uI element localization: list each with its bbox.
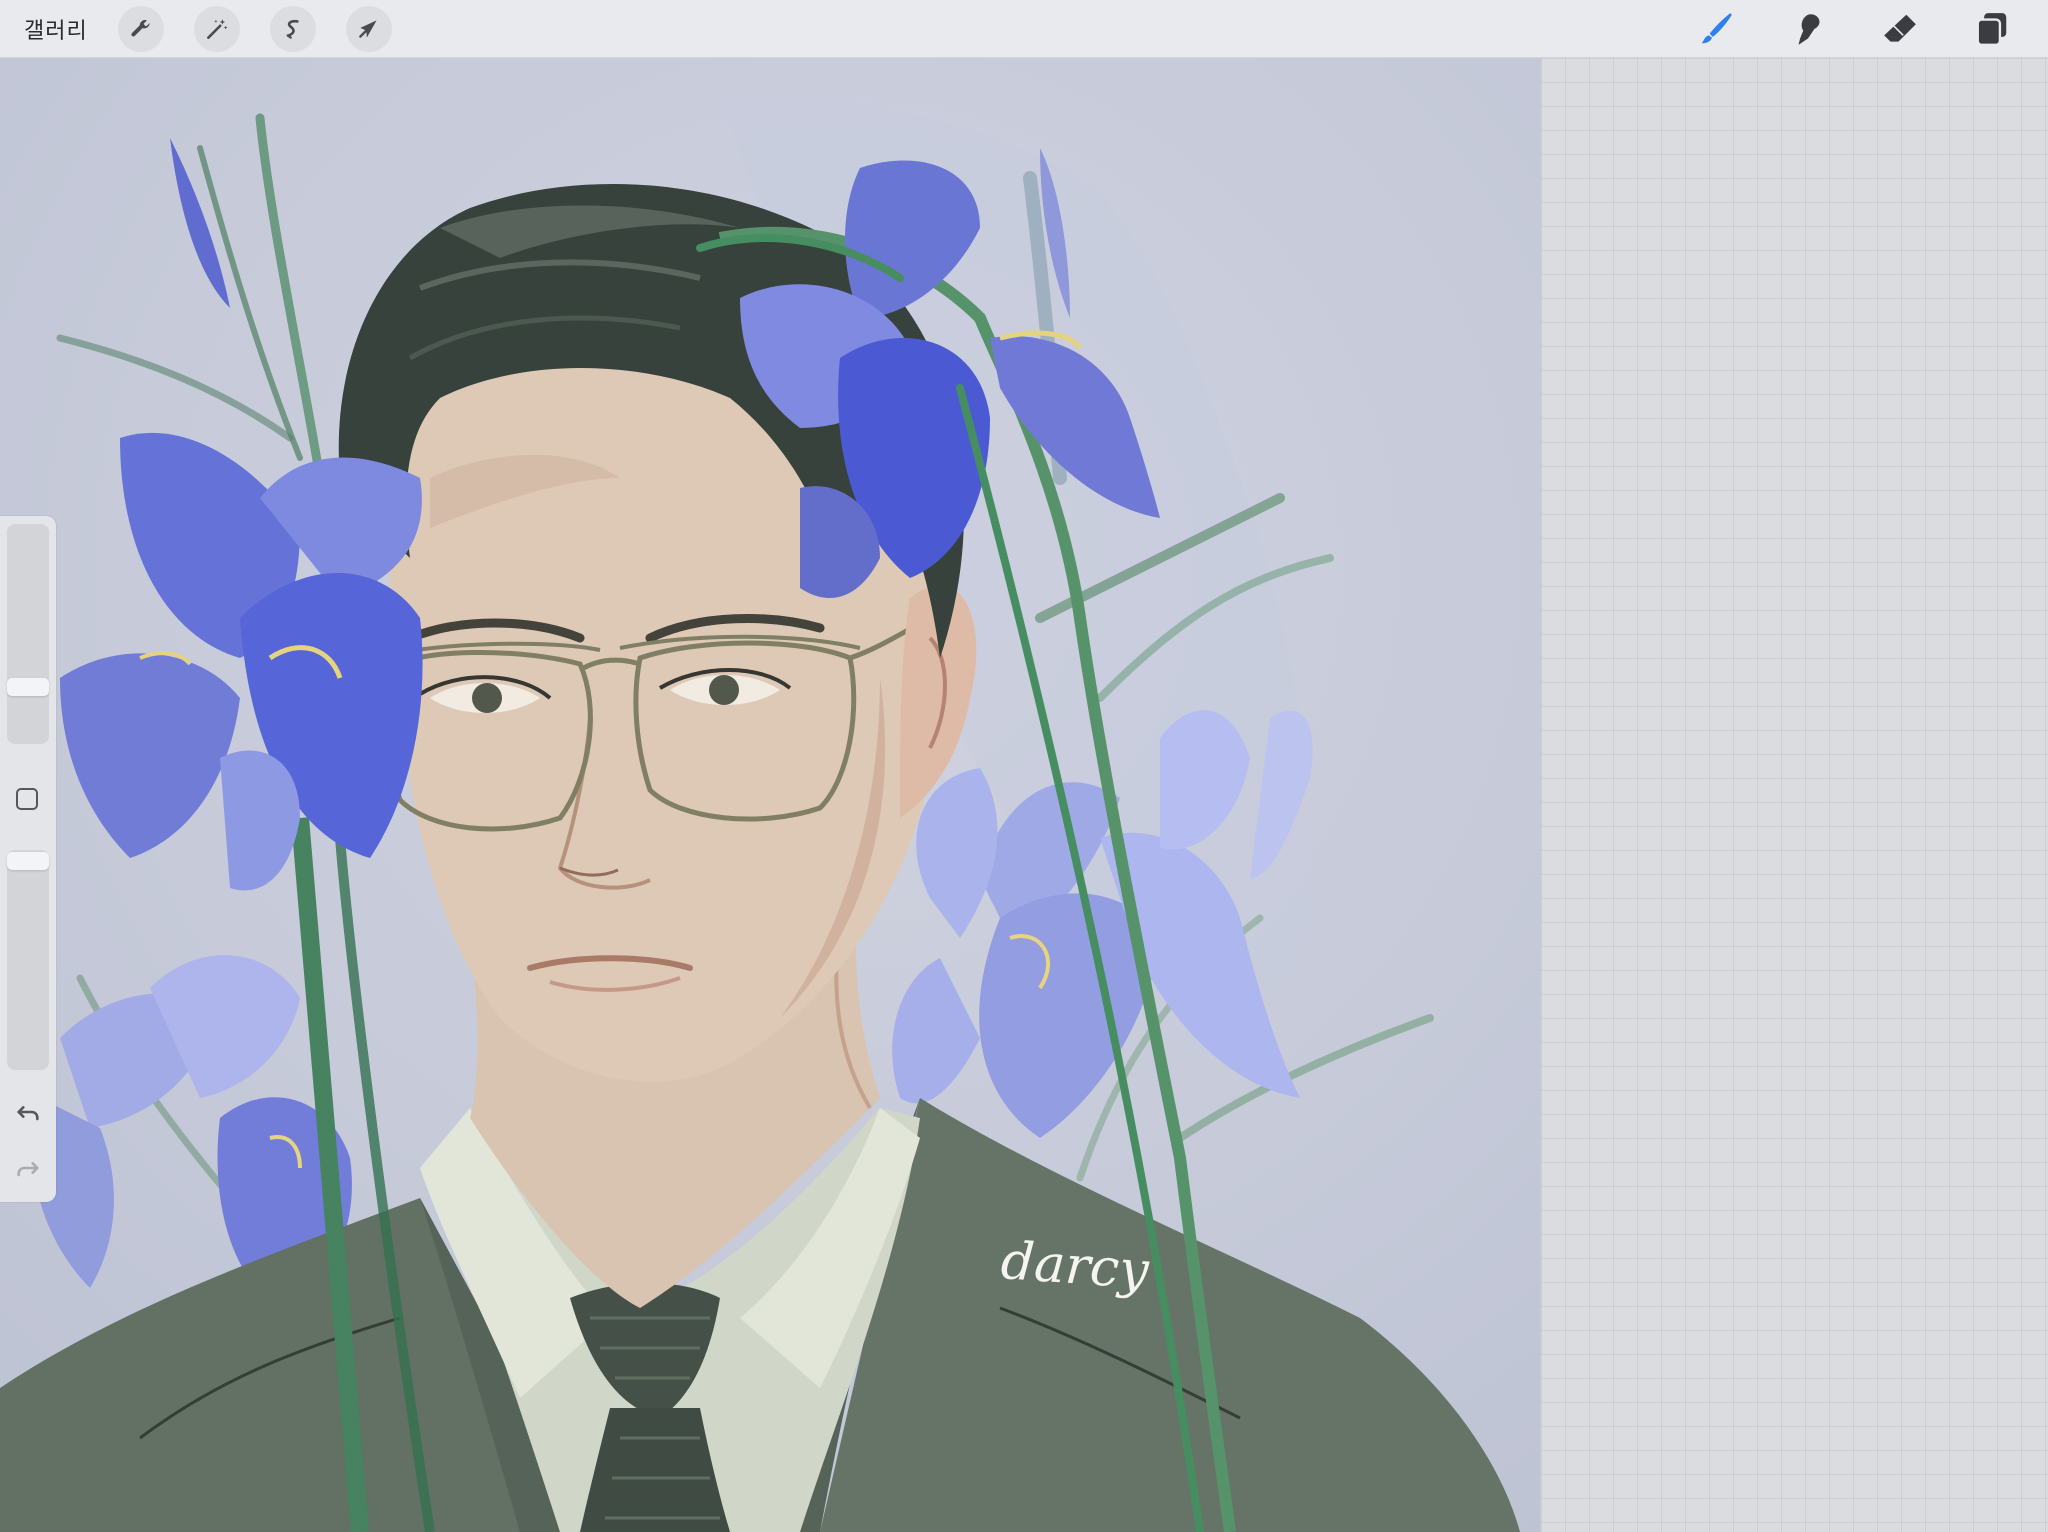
redo-icon xyxy=(17,1162,39,1177)
empty-grid-area xyxy=(1540,58,2048,1532)
undo-icon xyxy=(17,1106,39,1121)
transform-button[interactable] xyxy=(346,5,392,52)
adjustments-button[interactable] xyxy=(194,5,240,52)
selection-button[interactable] xyxy=(270,5,316,52)
eraser-icon xyxy=(1884,14,1916,42)
opacity-thumb[interactable] xyxy=(7,852,49,870)
drawing-canvas[interactable]: darcy xyxy=(0,58,1540,1532)
redo-button[interactable] xyxy=(12,1152,44,1184)
wrench-icon xyxy=(131,19,150,36)
right-tool-group xyxy=(1696,0,2012,58)
arrow-cursor-icon xyxy=(359,19,377,38)
opacity-slider[interactable] xyxy=(7,850,49,1070)
gallery-button[interactable]: 갤러리 xyxy=(24,13,88,45)
modify-button[interactable] xyxy=(16,788,38,810)
layers-tool[interactable] xyxy=(1972,9,2012,49)
top-toolbar: 갤러리 xyxy=(0,0,2048,58)
smudge-icon xyxy=(1798,14,1820,45)
selection-s-icon xyxy=(286,19,299,39)
smudge-tool[interactable] xyxy=(1788,9,1828,49)
eraser-tool[interactable] xyxy=(1880,9,1920,49)
artist-signature: darcy xyxy=(999,1231,1151,1301)
layers-icon xyxy=(1976,13,2007,47)
left-sidebar xyxy=(0,516,56,1202)
actions-button[interactable] xyxy=(118,5,164,52)
artwork-portrait: darcy xyxy=(0,58,1540,1532)
undo-button[interactable] xyxy=(12,1096,44,1128)
brush-icon xyxy=(1701,13,1732,44)
brush-size-thumb[interactable] xyxy=(7,678,49,696)
magic-wand-icon xyxy=(207,18,228,39)
brush-tool[interactable] xyxy=(1696,9,1736,49)
brush-size-slider[interactable] xyxy=(7,524,49,744)
